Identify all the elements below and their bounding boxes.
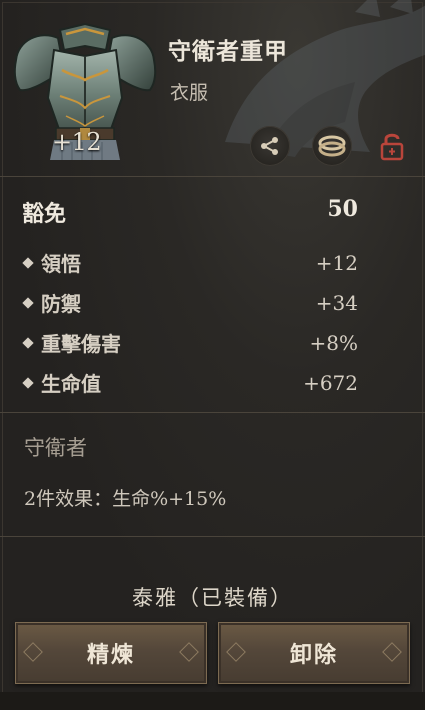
sub-stat-label: 重擊傷害	[41, 332, 121, 356]
sub-stat-row: 防禦 +34	[22, 288, 358, 317]
unlock-icon	[380, 133, 404, 161]
lock-button[interactable]	[372, 126, 412, 166]
sub-stat-label: 領悟	[41, 252, 81, 276]
compare-button[interactable]	[312, 126, 352, 166]
bullet-diamond-icon	[22, 256, 34, 269]
bullet-diamond-icon	[22, 376, 34, 389]
main-stat-value: 50	[327, 196, 358, 222]
main-stat: 豁免 50	[22, 196, 358, 228]
equipped-by-label: 泰雅（已裝備）	[132, 586, 293, 610]
sub-stat-value: +12	[315, 250, 358, 275]
sub-stat-row: 生命值 +672	[22, 368, 358, 397]
divider	[0, 536, 425, 537]
divider	[0, 412, 425, 413]
item-tooltip-panel: +12 守衛者重甲 衣服 豁免 50 領悟 +12 防禦 +34 重擊傷害 +8…	[0, 0, 425, 710]
bullet-diamond-icon	[22, 296, 34, 309]
share-icon	[261, 137, 278, 155]
item-type: 衣服	[170, 82, 209, 104]
sub-stat-value: +672	[303, 370, 358, 395]
sub-stat-value: +34	[315, 290, 358, 315]
sub-stat-label: 防禦	[41, 292, 81, 316]
item-name: 守衛者重甲	[168, 38, 288, 65]
sub-stat-value: +8%	[309, 330, 359, 355]
unequip-button[interactable]: 卸除	[218, 622, 410, 684]
sub-stat-label: 生命值	[41, 372, 101, 396]
share-button[interactable]	[250, 126, 290, 166]
ring-compare-icon	[318, 135, 346, 157]
set-effect: 2件效果：生命%+15%	[24, 488, 227, 510]
sub-stat-row: 重擊傷害 +8%	[22, 328, 358, 357]
bullet-diamond-icon	[22, 336, 34, 349]
divider	[0, 176, 425, 177]
sub-stat-row: 領悟 +12	[22, 248, 358, 277]
enhancement-level: +12	[52, 128, 102, 156]
bottom-bar	[0, 692, 425, 710]
refine-button[interactable]: 精煉	[15, 622, 207, 684]
set-title: 守衛者	[24, 436, 87, 460]
main-stat-label: 豁免	[22, 201, 67, 227]
item-header: +12 守衛者重甲 衣服	[0, 0, 425, 168]
